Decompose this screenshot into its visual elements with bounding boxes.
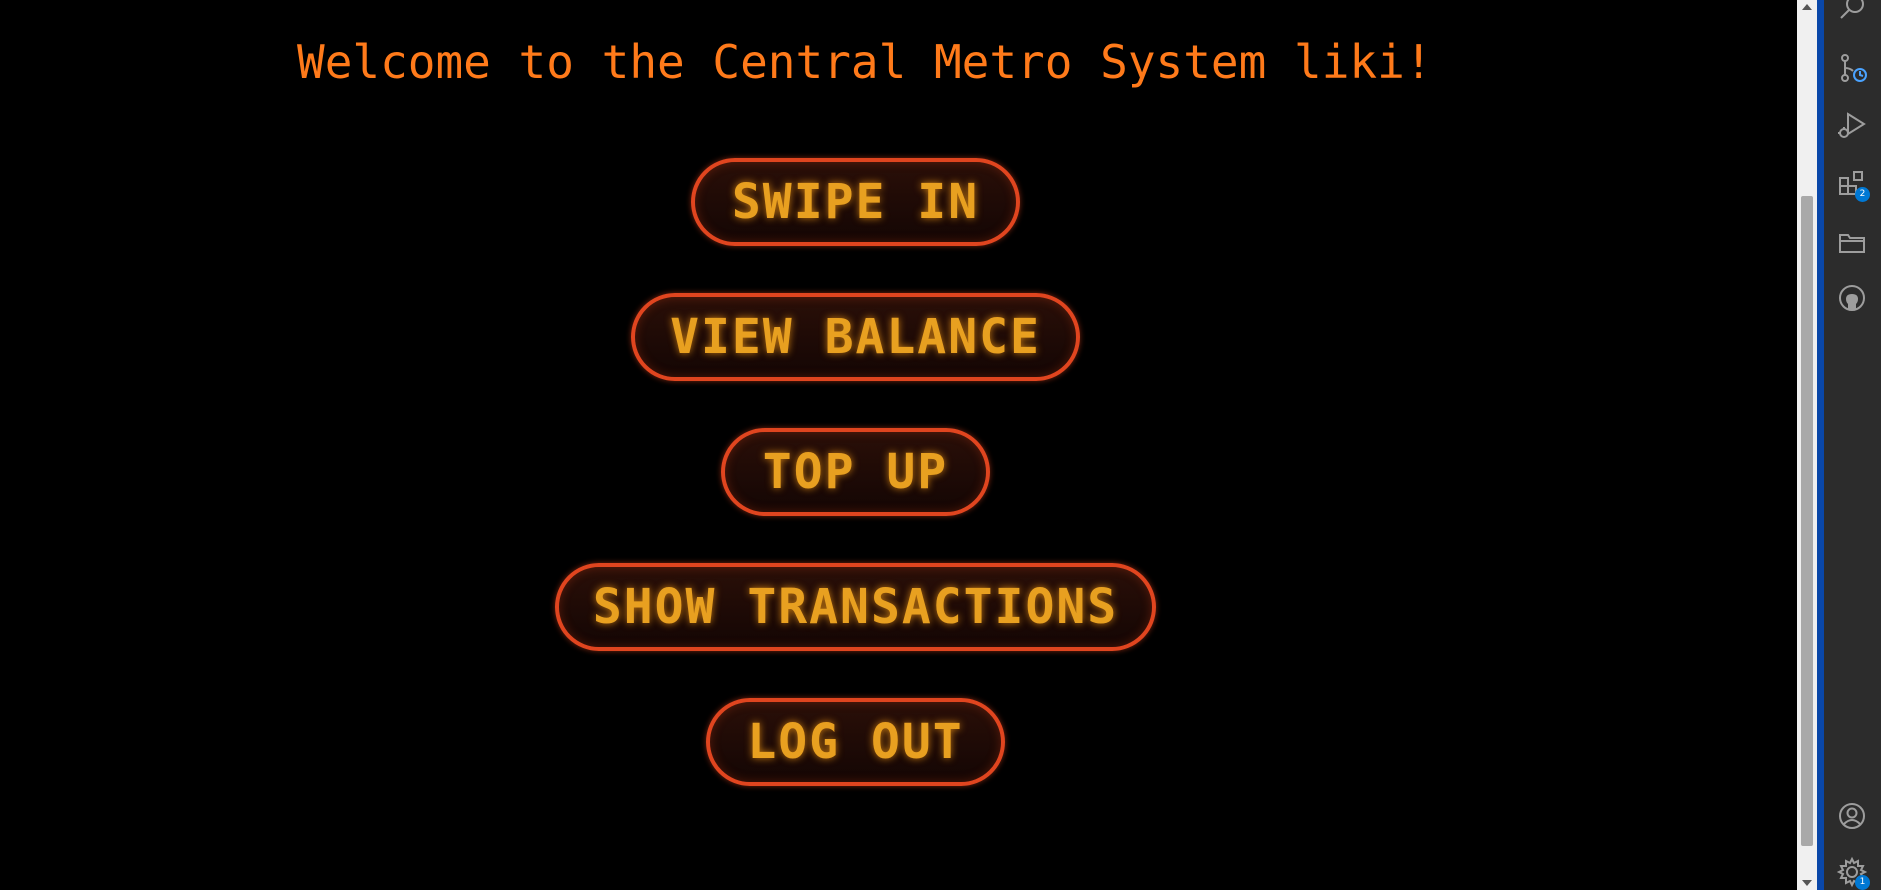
log-out-button[interactable]: LOG OUT xyxy=(706,698,1005,786)
activity-bar: 2 1 xyxy=(1824,0,1881,890)
account-icon[interactable] xyxy=(1834,798,1870,834)
swipe-in-button[interactable]: SWIPE IN xyxy=(691,158,1020,246)
app-window: Welcome to the Central Metro System liki… xyxy=(0,0,1881,890)
scrollbar-thumb[interactable] xyxy=(1801,196,1813,846)
extensions-icon[interactable]: 2 xyxy=(1834,166,1870,202)
folder-icon[interactable] xyxy=(1834,224,1870,260)
run-debug-icon[interactable] xyxy=(1834,108,1870,144)
view-balance-button[interactable]: VIEW BALANCE xyxy=(631,293,1080,381)
github-icon[interactable] xyxy=(1834,280,1870,316)
top-up-button[interactable]: TOP UP xyxy=(721,428,990,516)
page-title: Welcome to the Central Metro System liki… xyxy=(297,35,1433,89)
scroll-up-arrow[interactable] xyxy=(1797,0,1817,14)
settings-gear-icon[interactable]: 1 xyxy=(1834,854,1870,890)
panel-divider xyxy=(1817,0,1824,890)
extensions-badge: 2 xyxy=(1855,187,1870,202)
metro-app-page: Welcome to the Central Metro System liki… xyxy=(0,0,1797,890)
show-transactions-button[interactable]: SHOW TRANSACTIONS xyxy=(555,563,1156,651)
vertical-scrollbar[interactable] xyxy=(1797,0,1817,890)
search-icon[interactable] xyxy=(1834,0,1870,26)
settings-badge: 1 xyxy=(1855,875,1870,890)
scroll-down-arrow[interactable] xyxy=(1797,876,1817,890)
source-control-icon[interactable] xyxy=(1834,50,1870,86)
